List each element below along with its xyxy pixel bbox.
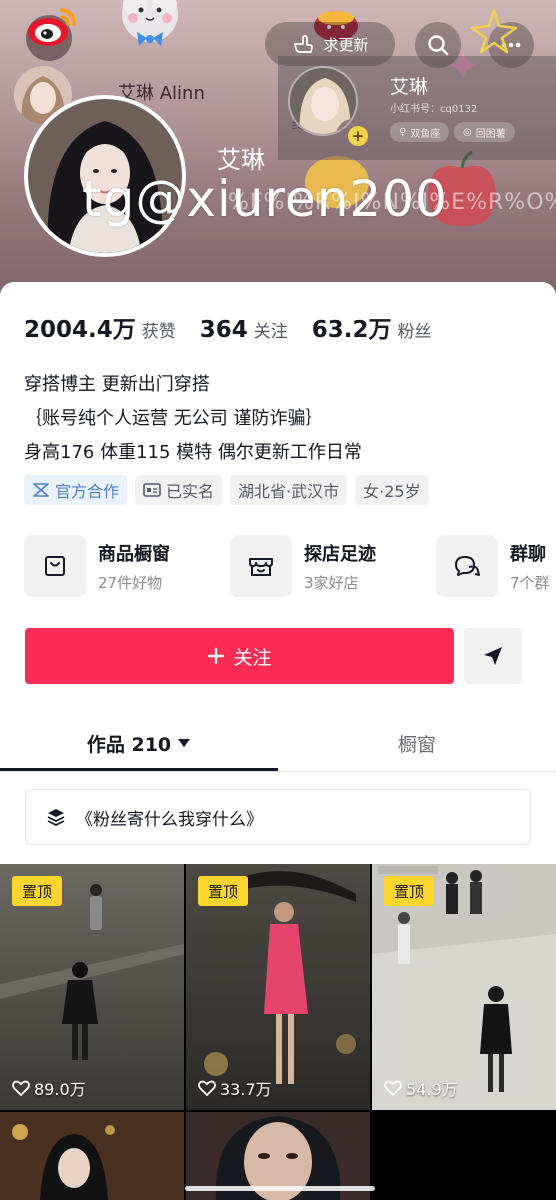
video-thumb-1[interactable]: 置顶 89.0万	[0, 864, 184, 1110]
cooperation-icon	[33, 483, 49, 497]
chat-icon	[436, 535, 498, 597]
following-label: 关注	[253, 322, 288, 342]
bio-line-3: 身高176 体重115 模特 偶尔更新工作日常	[24, 442, 362, 463]
overlay-name: 艾琳	[390, 76, 429, 98]
pointing-hand-icon	[294, 35, 314, 53]
video-likes: 54.9万	[384, 1076, 458, 1100]
bio-line-2: ｛账号纯个人运营 无公司 谨防诈骗｝	[24, 408, 324, 429]
feature-store-visits[interactable]: 探店足迹 3家好店	[230, 535, 436, 597]
profile-overlay-card: + 艾琳 小红书号：cq0132 ♀ 双鱼座 ◎ 回困薯	[278, 56, 556, 160]
tag-gender-age: 女·25岁	[355, 475, 429, 505]
tab-divider	[0, 771, 556, 772]
pinned-badge: 置顶	[198, 876, 248, 906]
heart-icon	[384, 1080, 402, 1096]
pinned-badge: 置顶	[384, 876, 434, 906]
plush-toy-decoration	[122, 0, 178, 46]
profile-header: 求更新 艾琳 Alinn 终于来啦	[0, 0, 556, 310]
bio-line-1: 穿搭博主 更新出门穿搭	[24, 374, 210, 395]
content-tabs: 作品 210 橱窗	[0, 714, 556, 772]
heart-icon	[12, 1080, 30, 1096]
send-icon	[484, 647, 502, 665]
shopping-bag-icon	[24, 535, 86, 597]
weibo-logo-icon	[28, 8, 76, 46]
feature-row: 商品橱窗 27件好物 探店足迹 3家好店 群聊 7个群	[24, 535, 556, 597]
video-thumb-3[interactable]: 置顶 54.9万	[372, 864, 556, 1110]
overlay-tag-zodiac: ♀ 双鱼座	[390, 122, 450, 142]
video-likes: 89.0万	[12, 1076, 86, 1100]
layers-icon	[47, 809, 65, 827]
female-icon: ♀	[399, 126, 407, 138]
star-decoration	[470, 8, 518, 54]
followers-label: 粉丝	[397, 322, 432, 342]
overlay-tag-level: ◎ 回困薯	[454, 122, 515, 142]
video-thumb-4[interactable]	[0, 1112, 184, 1200]
overlay-avatar	[288, 66, 358, 136]
caret-down-icon	[178, 739, 191, 747]
heart-icon	[198, 1080, 216, 1096]
follow-label: 关注	[233, 646, 272, 669]
request-update-label: 求更新	[323, 35, 369, 54]
collection-label: 《粉丝寄什么我穿什么》	[76, 809, 263, 830]
tab-window-label: 橱窗	[397, 733, 436, 756]
pinned-badge: 置顶	[12, 876, 62, 906]
tab-works[interactable]: 作品 210	[0, 714, 278, 772]
search-icon	[428, 35, 449, 56]
likes-label: 获赞	[141, 322, 176, 342]
tag-verified[interactable]: 已实名	[135, 475, 223, 505]
home-indicator	[185, 1186, 375, 1191]
video-likes: 33.7万	[198, 1076, 272, 1100]
overlay-id: 小红书号：cq0132	[390, 104, 478, 115]
share-button[interactable]	[464, 628, 522, 684]
feature-shop-window[interactable]: 商品橱窗 27件好物	[24, 535, 230, 597]
store-icon	[230, 535, 292, 597]
plus-icon	[208, 647, 225, 665]
following-count[interactable]: 364	[200, 317, 248, 343]
tag-official-cooperation[interactable]: 官方合作	[24, 475, 128, 505]
collection-bar[interactable]: 《粉丝寄什么我穿什么》	[25, 789, 531, 845]
profile-stats: 2004.4万 获赞 364 关注 63.2万 粉丝	[24, 310, 456, 344]
tab-shop-window[interactable]: 橱窗	[278, 714, 556, 772]
video-thumb-2[interactable]: 置顶 33.7万	[186, 864, 370, 1110]
followers-count[interactable]: 63.2万	[312, 310, 392, 344]
id-card-icon	[143, 483, 161, 497]
watermark-text: tg@xiuren200	[82, 170, 448, 228]
tab-works-label: 作品 210	[86, 733, 172, 756]
badge-icon: ◎	[463, 126, 472, 138]
feature-group-chat[interactable]: 群聊 7个群	[436, 535, 556, 597]
tag-location[interactable]: 湖北省·武汉市	[230, 475, 348, 505]
profile-content-card: 2004.4万 获赞 364 关注 63.2万 粉丝 穿搭博主 更新出门穿搭 ｛…	[0, 282, 556, 1200]
overlay-follow-plus[interactable]: +	[348, 126, 368, 146]
likes-count[interactable]: 2004.4万	[24, 310, 136, 344]
follow-button[interactable]: 关注	[25, 628, 454, 684]
profile-tags: 官方合作 已实名 湖北省·武汉市 女·25岁	[24, 475, 429, 505]
video-grid: 置顶 89.0万 置顶 33.7万 置顶 54.9万	[0, 864, 556, 1200]
